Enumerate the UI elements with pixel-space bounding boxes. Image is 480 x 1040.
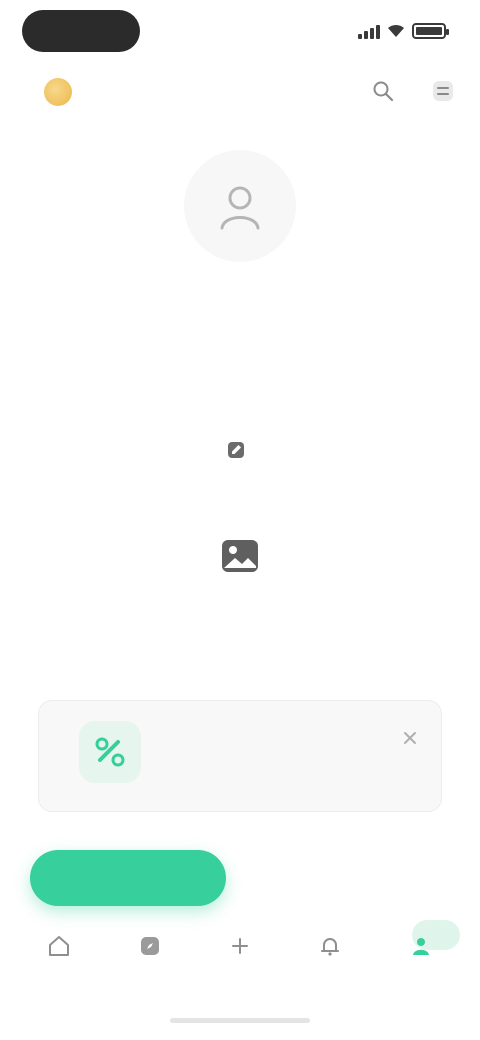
nav-item-profile[interactable] (381, 918, 461, 966)
avatar[interactable] (184, 150, 296, 262)
wifi-icon (388, 24, 404, 37)
search-icon[interactable] (368, 76, 398, 106)
status-icons (358, 20, 449, 42)
edit-profile-link[interactable] (184, 434, 296, 466)
stat-item[interactable] (174, 364, 306, 370)
signal-icon (358, 23, 380, 39)
header-actions (368, 76, 458, 106)
status-time-pill (22, 10, 140, 52)
edit-icon (228, 442, 244, 458)
stat-item[interactable] (308, 364, 440, 370)
battery-fill (416, 27, 442, 35)
profile-stats (40, 364, 440, 370)
secondary-action-button[interactable] (258, 858, 418, 898)
profile-icon (407, 932, 435, 960)
home-indicator[interactable] (170, 1018, 310, 1023)
home-icon (45, 932, 73, 960)
bottom-nav (0, 918, 480, 998)
nav-item-notifications[interactable] (290, 918, 370, 966)
brand[interactable] (44, 78, 82, 106)
close-icon[interactable] (397, 725, 423, 751)
brand-logo-icon (44, 78, 72, 106)
app-header (0, 68, 480, 118)
plus-icon (226, 932, 254, 960)
photo-icon (214, 530, 266, 582)
screen (0, 0, 480, 1040)
user-icon (220, 186, 260, 230)
battery-icon (412, 23, 449, 39)
nav-item-explore[interactable] (110, 918, 190, 966)
compass-icon (136, 932, 164, 960)
bell-icon (316, 932, 344, 960)
promo-card[interactable] (38, 700, 442, 812)
primary-action-button[interactable] (30, 850, 226, 906)
status-bar (0, 0, 480, 64)
nav-item-home[interactable] (19, 918, 99, 966)
menu-icon[interactable] (428, 76, 458, 106)
stat-item[interactable] (40, 364, 172, 370)
link-icon (79, 721, 141, 783)
nav-item-create[interactable] (200, 918, 280, 966)
